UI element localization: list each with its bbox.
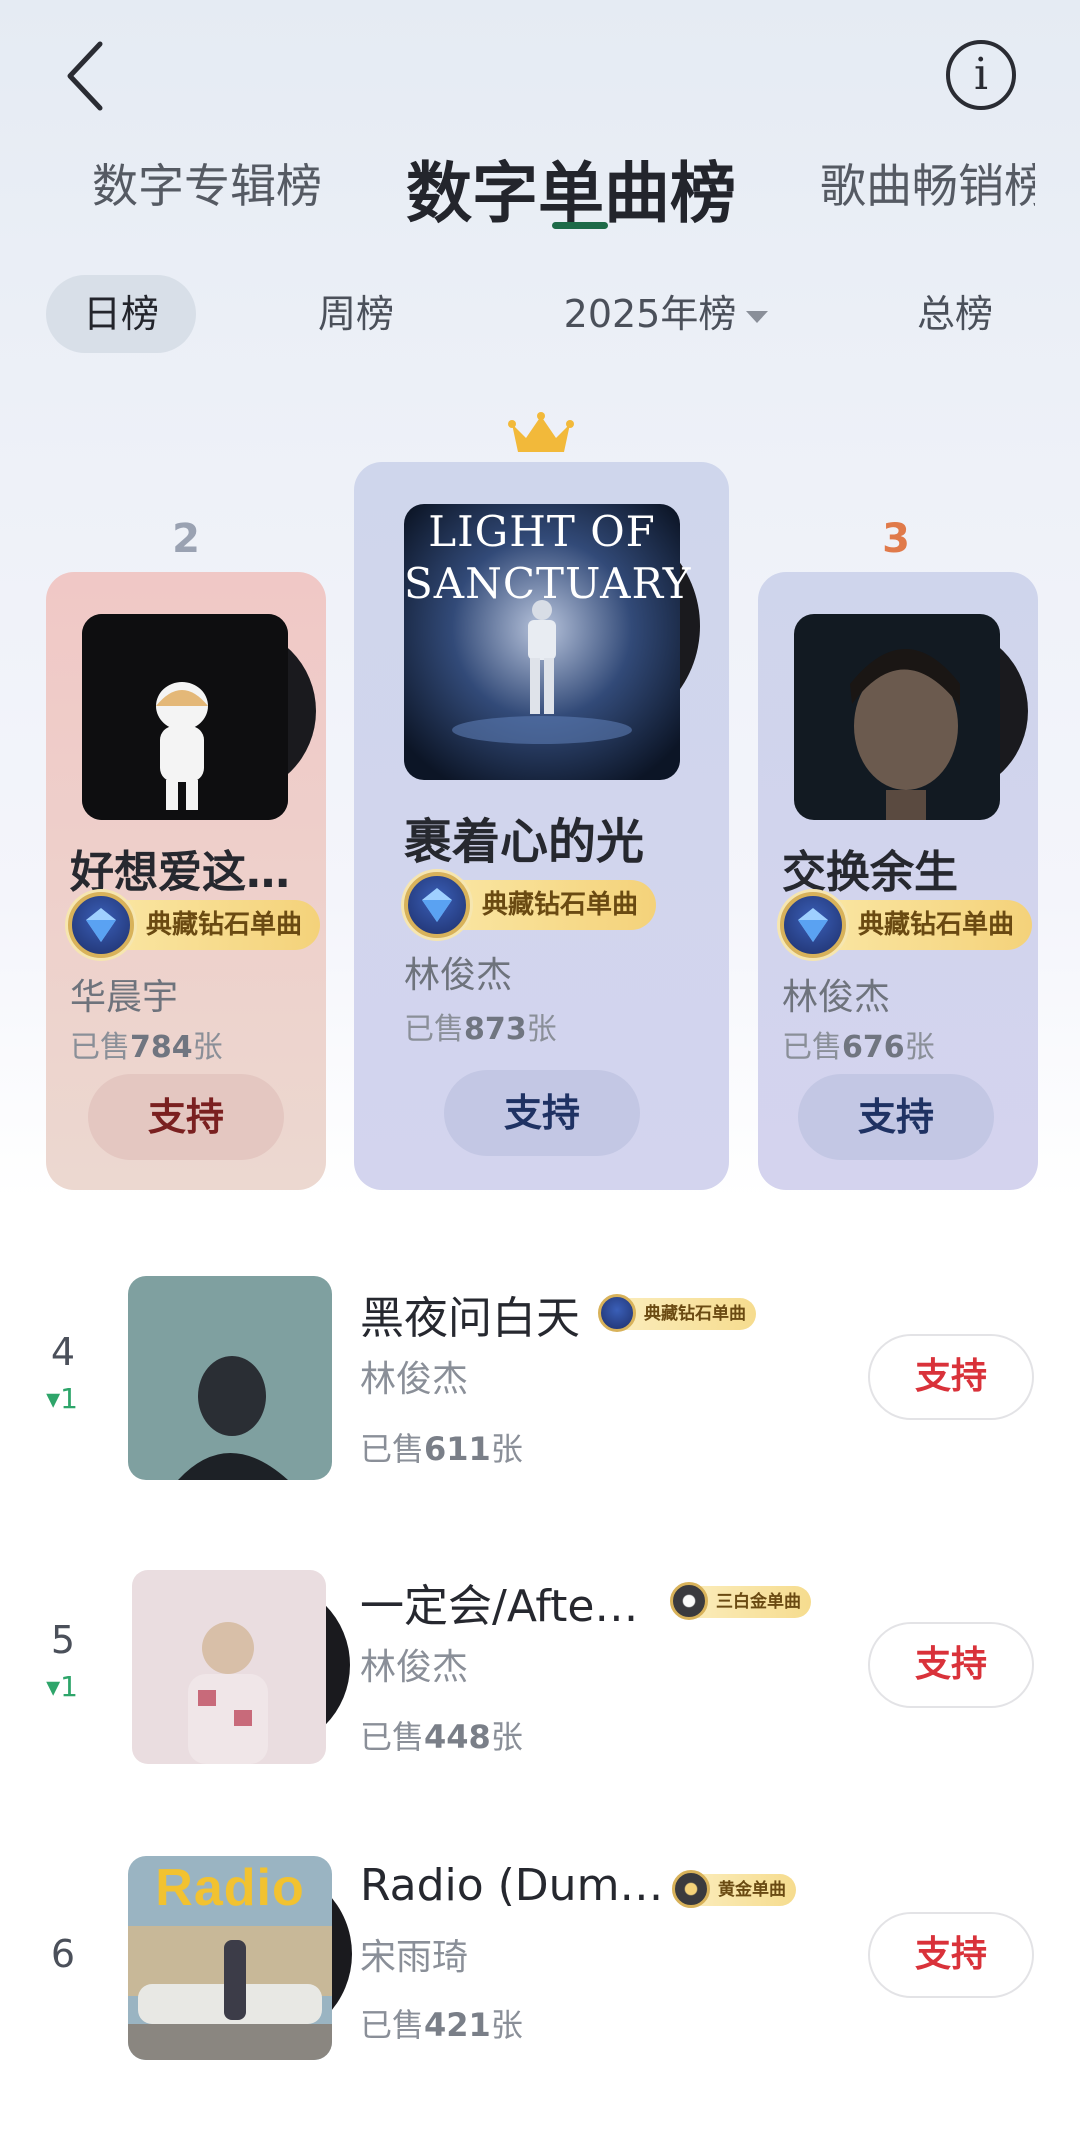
sold-prefix: 已售 (70, 1030, 130, 1065)
subtab-weekly[interactable]: 周榜 (296, 275, 416, 353)
list-title[interactable]: Radio (Dum… (360, 1860, 663, 1911)
podium-title[interactable]: 裹着心的光 (404, 802, 644, 872)
podium-sold: 已售784张 (70, 1022, 223, 1066)
disc-icon (670, 1582, 708, 1620)
sold-count: 421 (424, 2006, 491, 2044)
dropdown-caret-icon (746, 310, 769, 323)
tab-song-bestseller[interactable]: 歌曲畅销榜 (820, 140, 1035, 220)
sold-suffix: 张 (192, 1030, 223, 1065)
podium-sold: 已售676张 (782, 1022, 935, 1066)
podium-rank-3: 3 (882, 516, 910, 562)
sold-count: 676 (842, 1030, 905, 1065)
info-icon[interactable]: i (946, 40, 1016, 110)
sold-suffix: 张 (490, 1430, 523, 1468)
subtab-year-label: 2025年榜 (563, 292, 737, 336)
back-icon[interactable] (60, 38, 116, 114)
sold-suffix: 张 (526, 1012, 557, 1047)
subtab-year[interactable]: 2025年榜 (556, 275, 776, 353)
subtab-daily[interactable]: 日榜 (46, 275, 196, 353)
sold-count: 784 (130, 1030, 193, 1065)
sold-count: 873 (464, 1012, 527, 1047)
support-button[interactable]: 支持 (444, 1070, 640, 1156)
sold-prefix: 已售 (404, 1012, 464, 1047)
podium-artist[interactable]: 林俊杰 (404, 946, 512, 998)
podium-artist[interactable]: 林俊杰 (782, 968, 890, 1020)
subtab-total[interactable]: 总榜 (905, 275, 1005, 353)
diamond-icon (598, 1294, 636, 1332)
crown-icon (508, 412, 574, 456)
diamond-icon (404, 872, 470, 938)
list-artist[interactable]: 林俊杰 (360, 1638, 468, 1690)
list-artist[interactable]: 林俊杰 (360, 1350, 468, 1402)
disc-icon (672, 1870, 710, 1908)
list-title[interactable]: 一定会/Afte… (360, 1570, 638, 1634)
list-sold: 已售421张 (360, 2000, 523, 2046)
support-button[interactable]: 支持 (868, 1622, 1034, 1708)
list-rank: 5 (50, 1618, 76, 1662)
podium-rank-2: 2 (172, 516, 200, 562)
podium-sold: 已售873张 (404, 1004, 557, 1048)
cover-text: LIGHT OF SANCTUARY (404, 507, 692, 608)
album-cover (82, 614, 288, 820)
podium-title[interactable]: 好想爱这… (70, 836, 290, 900)
sold-suffix: 张 (490, 1718, 523, 1756)
sold-suffix: 张 (490, 2006, 523, 2044)
cover-text: Radio (155, 1859, 305, 1917)
sold-count: 448 (424, 1718, 491, 1756)
rank-change-down: ▾1 (46, 1382, 78, 1415)
sold-prefix: 已售 (360, 2006, 425, 2044)
support-button[interactable]: 支持 (868, 1334, 1034, 1420)
list-sold: 已售611张 (360, 1424, 523, 1470)
album-cover[interactable] (132, 1570, 326, 1764)
support-button[interactable]: 支持 (88, 1074, 284, 1160)
rank-change-down: ▾1 (46, 1670, 78, 1703)
diamond-icon (780, 892, 846, 958)
list-rank: 4 (50, 1330, 76, 1374)
sold-count: 611 (424, 1430, 491, 1468)
sold-prefix: 已售 (360, 1718, 425, 1756)
list-rank: 6 (50, 1932, 76, 1976)
podium-artist[interactable]: 华晨宇 (70, 968, 178, 1020)
list-artist[interactable]: 宋雨琦 (360, 1928, 468, 1980)
sold-prefix: 已售 (782, 1030, 842, 1065)
active-tab-indicator (552, 222, 608, 229)
podium-title[interactable]: 交换余生 (782, 836, 958, 900)
sold-suffix: 张 (904, 1030, 935, 1065)
album-cover[interactable] (128, 1276, 332, 1480)
list-sold: 已售448张 (360, 1712, 523, 1758)
sold-prefix: 已售 (360, 1430, 425, 1468)
list-title[interactable]: 黑夜问白天 (360, 1282, 580, 1346)
tab-song-bestseller-label: 歌曲畅销榜 (820, 159, 1035, 213)
support-button[interactable]: 支持 (798, 1074, 994, 1160)
tab-digital-album[interactable]: 数字专辑榜 (92, 150, 322, 216)
support-button[interactable]: 支持 (868, 1912, 1034, 1998)
diamond-icon (68, 892, 134, 958)
album-cover (794, 614, 1000, 820)
